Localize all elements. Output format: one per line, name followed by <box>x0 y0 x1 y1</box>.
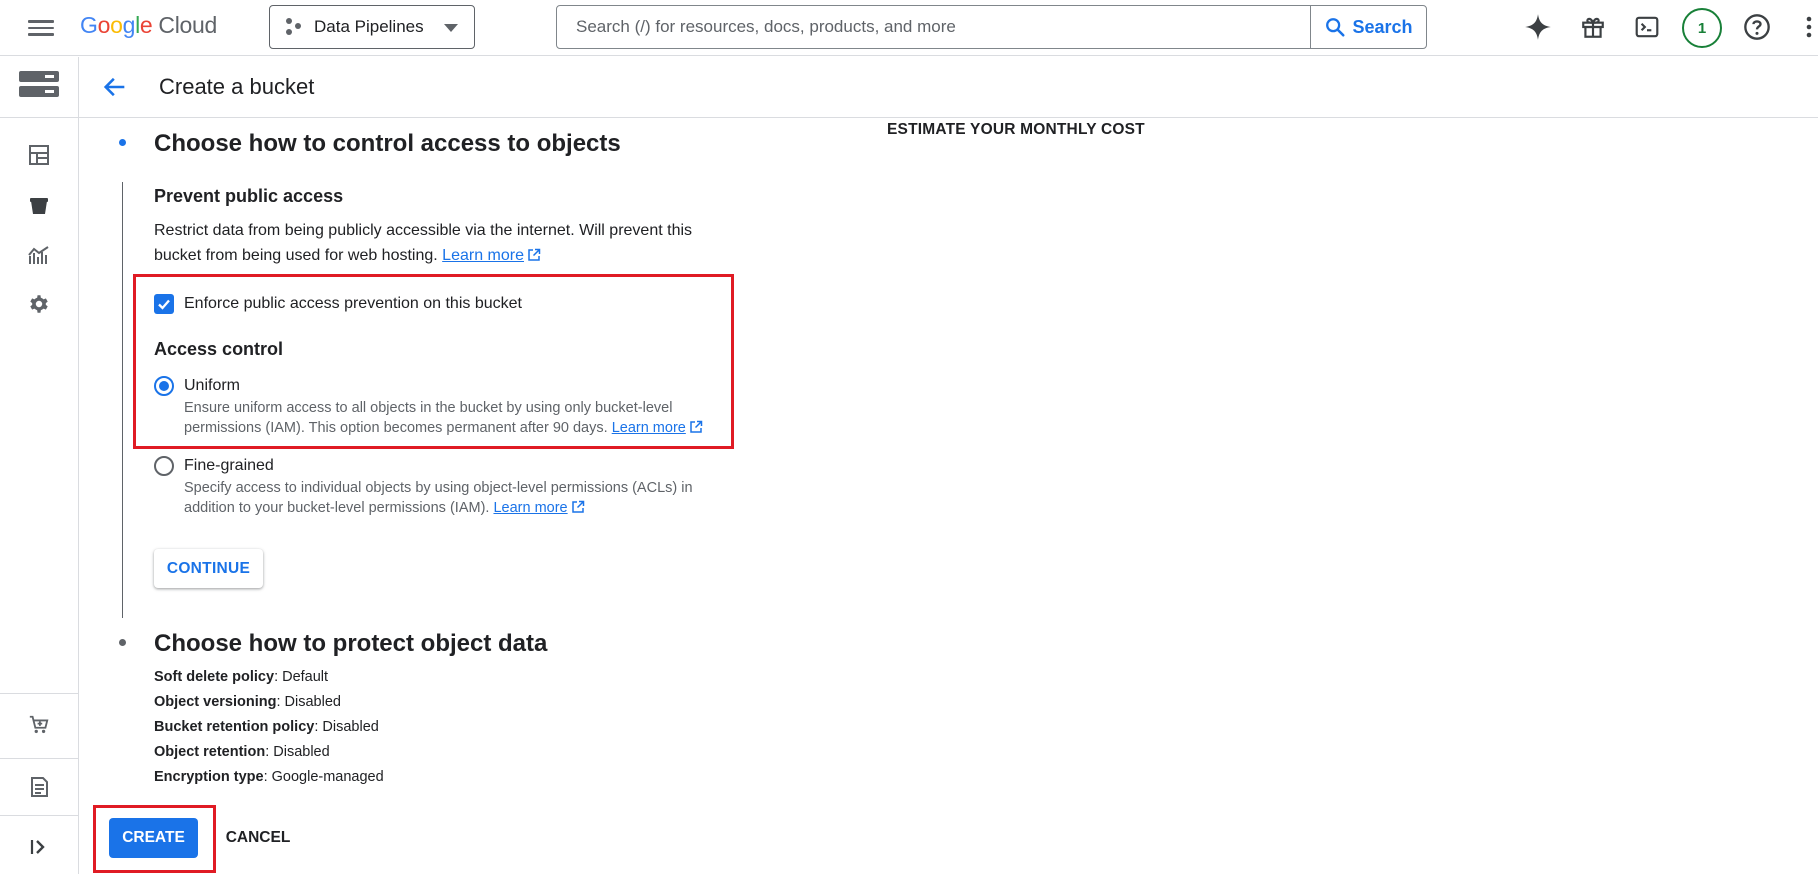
summary-value: : Disabled <box>265 744 330 760</box>
summary-value: : Default <box>274 669 329 685</box>
project-picker[interactable]: Data Pipelines <box>269 5 475 49</box>
prevent-public-access-title: Prevent public access <box>154 186 344 206</box>
summary-soft-delete: Soft delete policy: Default <box>154 669 328 685</box>
search-button-label: Search <box>1352 16 1413 37</box>
fine-grained-label[interactable]: Fine-grained <box>184 457 274 475</box>
summary-value: : Disabled <box>276 694 341 710</box>
fine-grained-learn-more-link[interactable]: Learn more <box>493 500 567 516</box>
rail-divider <box>0 758 79 759</box>
summary-key: Encryption type <box>154 769 264 785</box>
release-notes-icon[interactable] <box>25 773 53 801</box>
external-link-icon <box>528 248 541 261</box>
google-cloud-logo[interactable]: Google Cloud <box>80 12 217 39</box>
enforce-public-access-checkbox[interactable] <box>154 294 174 314</box>
summary-key: Bucket retention policy <box>154 719 315 735</box>
step-indicator-inactive <box>119 639 126 646</box>
hamburger-menu-icon[interactable] <box>28 16 54 38</box>
enforce-public-access-label[interactable]: Enforce public access prevention on this… <box>184 295 522 313</box>
chevron-down-icon <box>444 24 458 32</box>
summary-encryption-type: Encryption type: Google-managed <box>154 769 384 785</box>
summary-key: Soft delete policy <box>154 669 275 685</box>
sparkle-icon[interactable] <box>1523 12 1553 42</box>
prevent-desc-line1: Restrict data from being publicly access… <box>154 222 693 239</box>
search-button[interactable]: Search <box>1310 6 1426 48</box>
fine-desc-line2: addition to your bucket-level permission… <box>184 500 490 516</box>
settings-gear-icon[interactable] <box>25 290 53 318</box>
checkmark-icon <box>158 299 170 310</box>
left-nav-rail <box>0 57 79 874</box>
uniform-radio[interactable] <box>154 376 174 396</box>
search-icon <box>1326 18 1346 37</box>
external-link-icon <box>690 420 703 433</box>
prevent-desc-line2: bucket from being used for web hosting. <box>154 247 438 264</box>
dashboard-icon[interactable] <box>25 141 53 169</box>
search-input[interactable] <box>557 6 1311 48</box>
project-dots-icon <box>286 18 304 36</box>
marketplace-cart-icon[interactable] <box>25 711 53 739</box>
uniform-description: Ensure uniform access to all objects in … <box>184 398 729 438</box>
top-app-bar: GoogleCloud Data Pipelines Search 1 <box>0 0 1818 56</box>
summary-object-retention: Object retention: Disabled <box>154 744 330 760</box>
step-connector-line <box>122 182 123 618</box>
uniform-label[interactable]: Uniform <box>184 377 240 395</box>
expand-rail-icon[interactable] <box>25 833 53 861</box>
bucket-icon[interactable] <box>25 192 53 220</box>
notification-badge[interactable]: 1 <box>1682 8 1722 48</box>
rail-divider <box>0 693 79 694</box>
uniform-desc-line2: permissions (IAM). This option becomes p… <box>184 420 608 436</box>
gift-icon[interactable] <box>1578 12 1608 42</box>
fine-desc-line1: Specify access to individual objects by … <box>184 480 693 496</box>
search-bar: Search <box>556 5 1427 49</box>
rail-divider <box>0 815 79 816</box>
page-header: Create a bucket <box>79 57 1818 118</box>
summary-bucket-retention: Bucket retention policy: Disabled <box>154 719 379 735</box>
uniform-desc-line1: Ensure uniform access to all objects in … <box>184 400 673 416</box>
access-section-title: Choose how to control access to objects <box>154 130 621 157</box>
step-indicator-active <box>119 139 126 146</box>
logo-cloud-text: Cloud <box>158 12 218 38</box>
cloud-shell-icon[interactable] <box>1632 12 1662 42</box>
access-control-title: Access control <box>154 339 284 359</box>
protect-section-title: Choose how to protect object data <box>154 630 548 657</box>
estimate-monthly-cost-heading[interactable]: ESTIMATE YOUR MONTHLY COST <box>887 121 1145 139</box>
summary-key: Object retention <box>154 744 266 760</box>
fine-grained-radio[interactable] <box>154 456 174 476</box>
continue-button[interactable]: CONTINUE <box>154 549 263 588</box>
create-button[interactable]: CREATE <box>109 818 198 858</box>
summary-key: Object versioning <box>154 694 277 710</box>
summary-value: : Google-managed <box>263 769 384 785</box>
summary-object-versioning: Object versioning: Disabled <box>154 694 341 710</box>
prevent-public-access-description: Restrict data from being publicly access… <box>154 218 724 268</box>
learn-more-link[interactable]: Learn more <box>442 247 524 264</box>
rail-divider <box>0 117 79 118</box>
cancel-button[interactable]: CANCEL <box>222 818 294 858</box>
page-title: Create a bucket <box>159 74 315 99</box>
arrow-back-icon[interactable] <box>101 73 129 101</box>
fine-grained-description: Specify access to individual objects by … <box>184 478 729 518</box>
help-icon[interactable] <box>1742 12 1772 42</box>
project-name: Data Pipelines <box>314 17 424 36</box>
uniform-learn-more-link[interactable]: Learn more <box>612 420 686 436</box>
monitoring-icon[interactable] <box>25 242 53 270</box>
summary-value: : Disabled <box>314 719 379 735</box>
more-vert-icon[interactable] <box>1800 12 1818 42</box>
external-link-icon <box>571 500 584 513</box>
cloud-storage-product-icon[interactable] <box>19 67 59 101</box>
